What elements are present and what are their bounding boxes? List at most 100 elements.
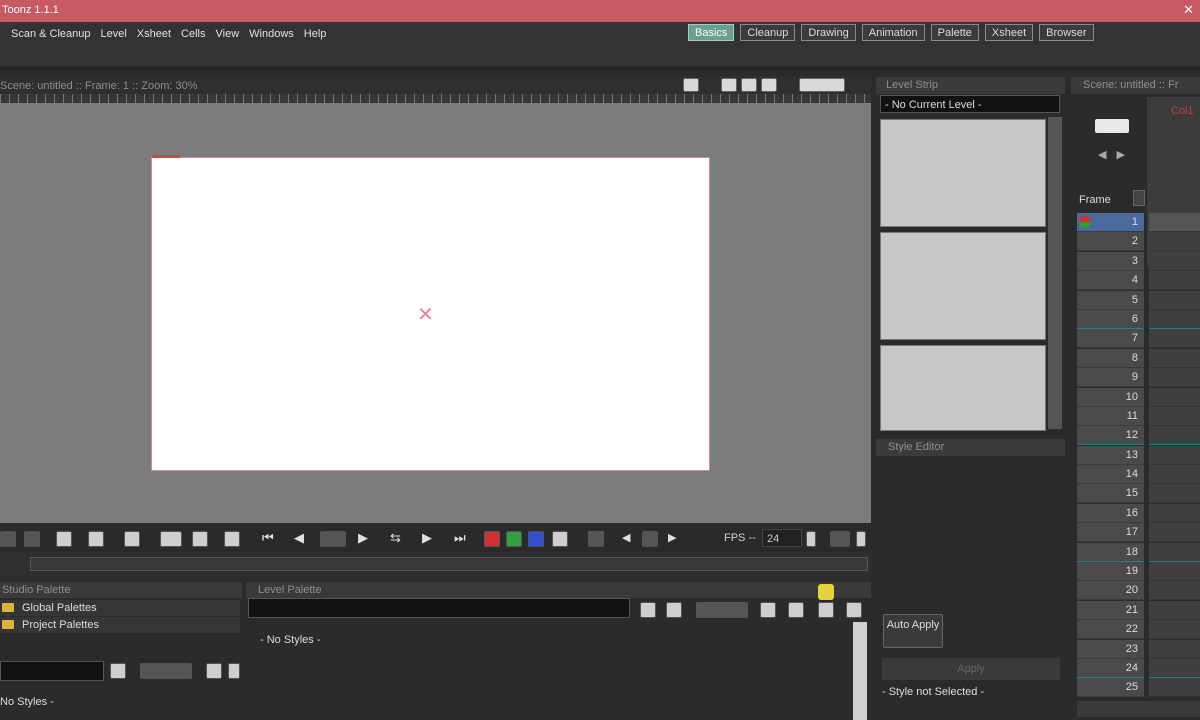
level-strip-scrollbar[interactable] bbox=[1048, 117, 1062, 429]
palette-edit-icon[interactable] bbox=[640, 602, 656, 618]
studio-palette-name-field[interactable] bbox=[0, 661, 104, 681]
matte-channel-icon[interactable] bbox=[552, 531, 568, 547]
prev-frame-icon[interactable]: ◀ bbox=[294, 529, 304, 547]
frame-slider[interactable] bbox=[30, 557, 868, 571]
next-marker-icon[interactable]: ▶ bbox=[668, 529, 676, 547]
level-frame-slot[interactable] bbox=[880, 345, 1046, 431]
sub-camera-icon[interactable] bbox=[192, 531, 208, 547]
frame-row[interactable]: 18 bbox=[1077, 542, 1200, 562]
lightbulb-icon[interactable] bbox=[818, 584, 834, 600]
next-frame-icon[interactable]: ▶ bbox=[422, 529, 432, 547]
palette-more-icon[interactable] bbox=[228, 663, 240, 679]
frame-row[interactable]: 19 bbox=[1077, 562, 1200, 582]
marker-icon[interactable] bbox=[642, 531, 658, 547]
frame-row[interactable]: 9 bbox=[1077, 368, 1200, 388]
frame-row[interactable]: 16 bbox=[1077, 503, 1200, 523]
xsheet-cell[interactable] bbox=[1149, 290, 1200, 310]
room-tab-basics[interactable]: Basics bbox=[688, 24, 735, 41]
xsheet-cell[interactable] bbox=[1149, 426, 1200, 446]
palette-view-icon[interactable] bbox=[110, 663, 126, 679]
tree-item-project-palettes[interactable]: Project Palettes bbox=[0, 617, 240, 633]
xsheet-cell[interactable] bbox=[1149, 620, 1200, 640]
add-column-icon[interactable] bbox=[1095, 119, 1129, 133]
palette-lock-icon[interactable] bbox=[666, 602, 682, 618]
safe-area-icon[interactable] bbox=[741, 78, 757, 92]
xsheet-cell[interactable] bbox=[1149, 329, 1200, 349]
auto-apply-toggle[interactable]: Auto Apply bbox=[883, 614, 943, 648]
room-tab-cleanup[interactable]: Cleanup bbox=[740, 24, 796, 41]
level-palette-name-field[interactable] bbox=[248, 598, 630, 618]
first-frame-icon[interactable]: ⏮ bbox=[262, 529, 274, 547]
camera-stand-icon[interactable] bbox=[799, 78, 845, 92]
frame-row[interactable]: 6 bbox=[1077, 309, 1200, 329]
room-tab-drawing[interactable]: Drawing bbox=[801, 24, 856, 41]
level-palette-scrollbar[interactable] bbox=[853, 622, 867, 720]
menu-cells[interactable]: Cells bbox=[176, 27, 210, 41]
tree-item-global-palettes[interactable]: Global Palettes bbox=[0, 600, 240, 616]
menu-help[interactable]: Help bbox=[299, 27, 332, 41]
xsheet-cell[interactable] bbox=[1149, 465, 1200, 485]
flipbook-icon[interactable] bbox=[56, 531, 72, 547]
apply-button[interactable]: Apply bbox=[882, 658, 1060, 680]
xsheet-cell[interactable] bbox=[1149, 542, 1200, 562]
red-channel-icon[interactable] bbox=[484, 531, 500, 547]
current-level-select[interactable]: - No Current Level - bbox=[880, 95, 1060, 113]
onion-skin-marker-icon[interactable] bbox=[1079, 216, 1091, 228]
frame-row[interactable]: 22 bbox=[1077, 620, 1200, 640]
field-guide-icon[interactable] bbox=[721, 78, 737, 92]
preview-icon[interactable] bbox=[160, 531, 182, 547]
room-tab-browser[interactable]: Browser bbox=[1039, 24, 1094, 41]
xsheet-cell[interactable] bbox=[1149, 309, 1200, 329]
frame-row[interactable]: 1 bbox=[1077, 213, 1200, 232]
prev-marker-icon[interactable]: ◀ bbox=[622, 529, 630, 547]
palette-page-nav-icon[interactable] bbox=[696, 602, 748, 618]
frame-row[interactable]: 24 bbox=[1077, 658, 1200, 678]
frame-row[interactable]: 13 bbox=[1077, 445, 1200, 465]
freeze-icon[interactable] bbox=[224, 531, 240, 547]
loop-icon[interactable]: ⇆ bbox=[390, 529, 401, 547]
frame-row[interactable]: 8 bbox=[1077, 348, 1200, 368]
table-view-icon[interactable] bbox=[761, 78, 777, 92]
palette-options-icon[interactable] bbox=[818, 602, 834, 618]
fps-field[interactable]: 24 bbox=[762, 529, 802, 547]
xsheet-cell[interactable] bbox=[1149, 232, 1200, 252]
menu-scan-cleanup[interactable]: Scan & Cleanup bbox=[6, 27, 96, 41]
xsheet-cell[interactable] bbox=[1149, 678, 1200, 698]
frame-row[interactable]: 7 bbox=[1077, 329, 1200, 349]
palette-float-icon[interactable] bbox=[846, 602, 862, 618]
palette-nav-icon[interactable] bbox=[140, 663, 192, 679]
frame-row[interactable]: 10 bbox=[1077, 387, 1200, 407]
frame-row[interactable]: 23 bbox=[1077, 639, 1200, 659]
fps-slider-icon[interactable] bbox=[806, 531, 816, 547]
frame-row[interactable]: 14 bbox=[1077, 465, 1200, 485]
menu-level[interactable]: Level bbox=[96, 27, 132, 41]
frame-zoom-button[interactable] bbox=[1133, 190, 1145, 206]
level-frame-slot[interactable] bbox=[880, 232, 1046, 340]
menu-view[interactable]: View bbox=[211, 27, 245, 41]
xsheet-cell[interactable] bbox=[1149, 562, 1200, 582]
frame-row[interactable]: 25 bbox=[1077, 678, 1200, 698]
compare-icon[interactable] bbox=[88, 531, 104, 547]
xsheet-cell[interactable] bbox=[1149, 406, 1200, 426]
menu-xsheet[interactable]: Xsheet bbox=[132, 27, 176, 41]
room-tab-xsheet[interactable]: Xsheet bbox=[984, 24, 1034, 41]
play-icon[interactable]: ▶ bbox=[358, 529, 368, 547]
fps-step-icon[interactable] bbox=[830, 531, 850, 547]
hand-icon[interactable] bbox=[24, 531, 40, 547]
frame-row[interactable]: 21 bbox=[1077, 600, 1200, 620]
frame-row[interactable]: 2 bbox=[1077, 232, 1200, 252]
close-icon[interactable]: ✕ bbox=[1183, 2, 1194, 18]
xsheet-cell[interactable] bbox=[1149, 213, 1200, 232]
frame-row[interactable]: 4 bbox=[1077, 271, 1200, 291]
xsheet-cell[interactable] bbox=[1149, 271, 1200, 291]
palette-save-icon[interactable] bbox=[206, 663, 222, 679]
frame-row[interactable]: 12 bbox=[1077, 426, 1200, 446]
pause-icon[interactable] bbox=[320, 531, 346, 547]
frame-row[interactable]: 5 bbox=[1077, 290, 1200, 310]
xsheet-cell[interactable] bbox=[1149, 503, 1200, 523]
frame-row[interactable]: 3 bbox=[1077, 251, 1200, 271]
tool-icon[interactable] bbox=[0, 531, 16, 547]
blue-channel-icon[interactable] bbox=[528, 531, 544, 547]
folder-open-icon[interactable] bbox=[788, 602, 804, 618]
xsheet-cell[interactable] bbox=[1149, 600, 1200, 620]
